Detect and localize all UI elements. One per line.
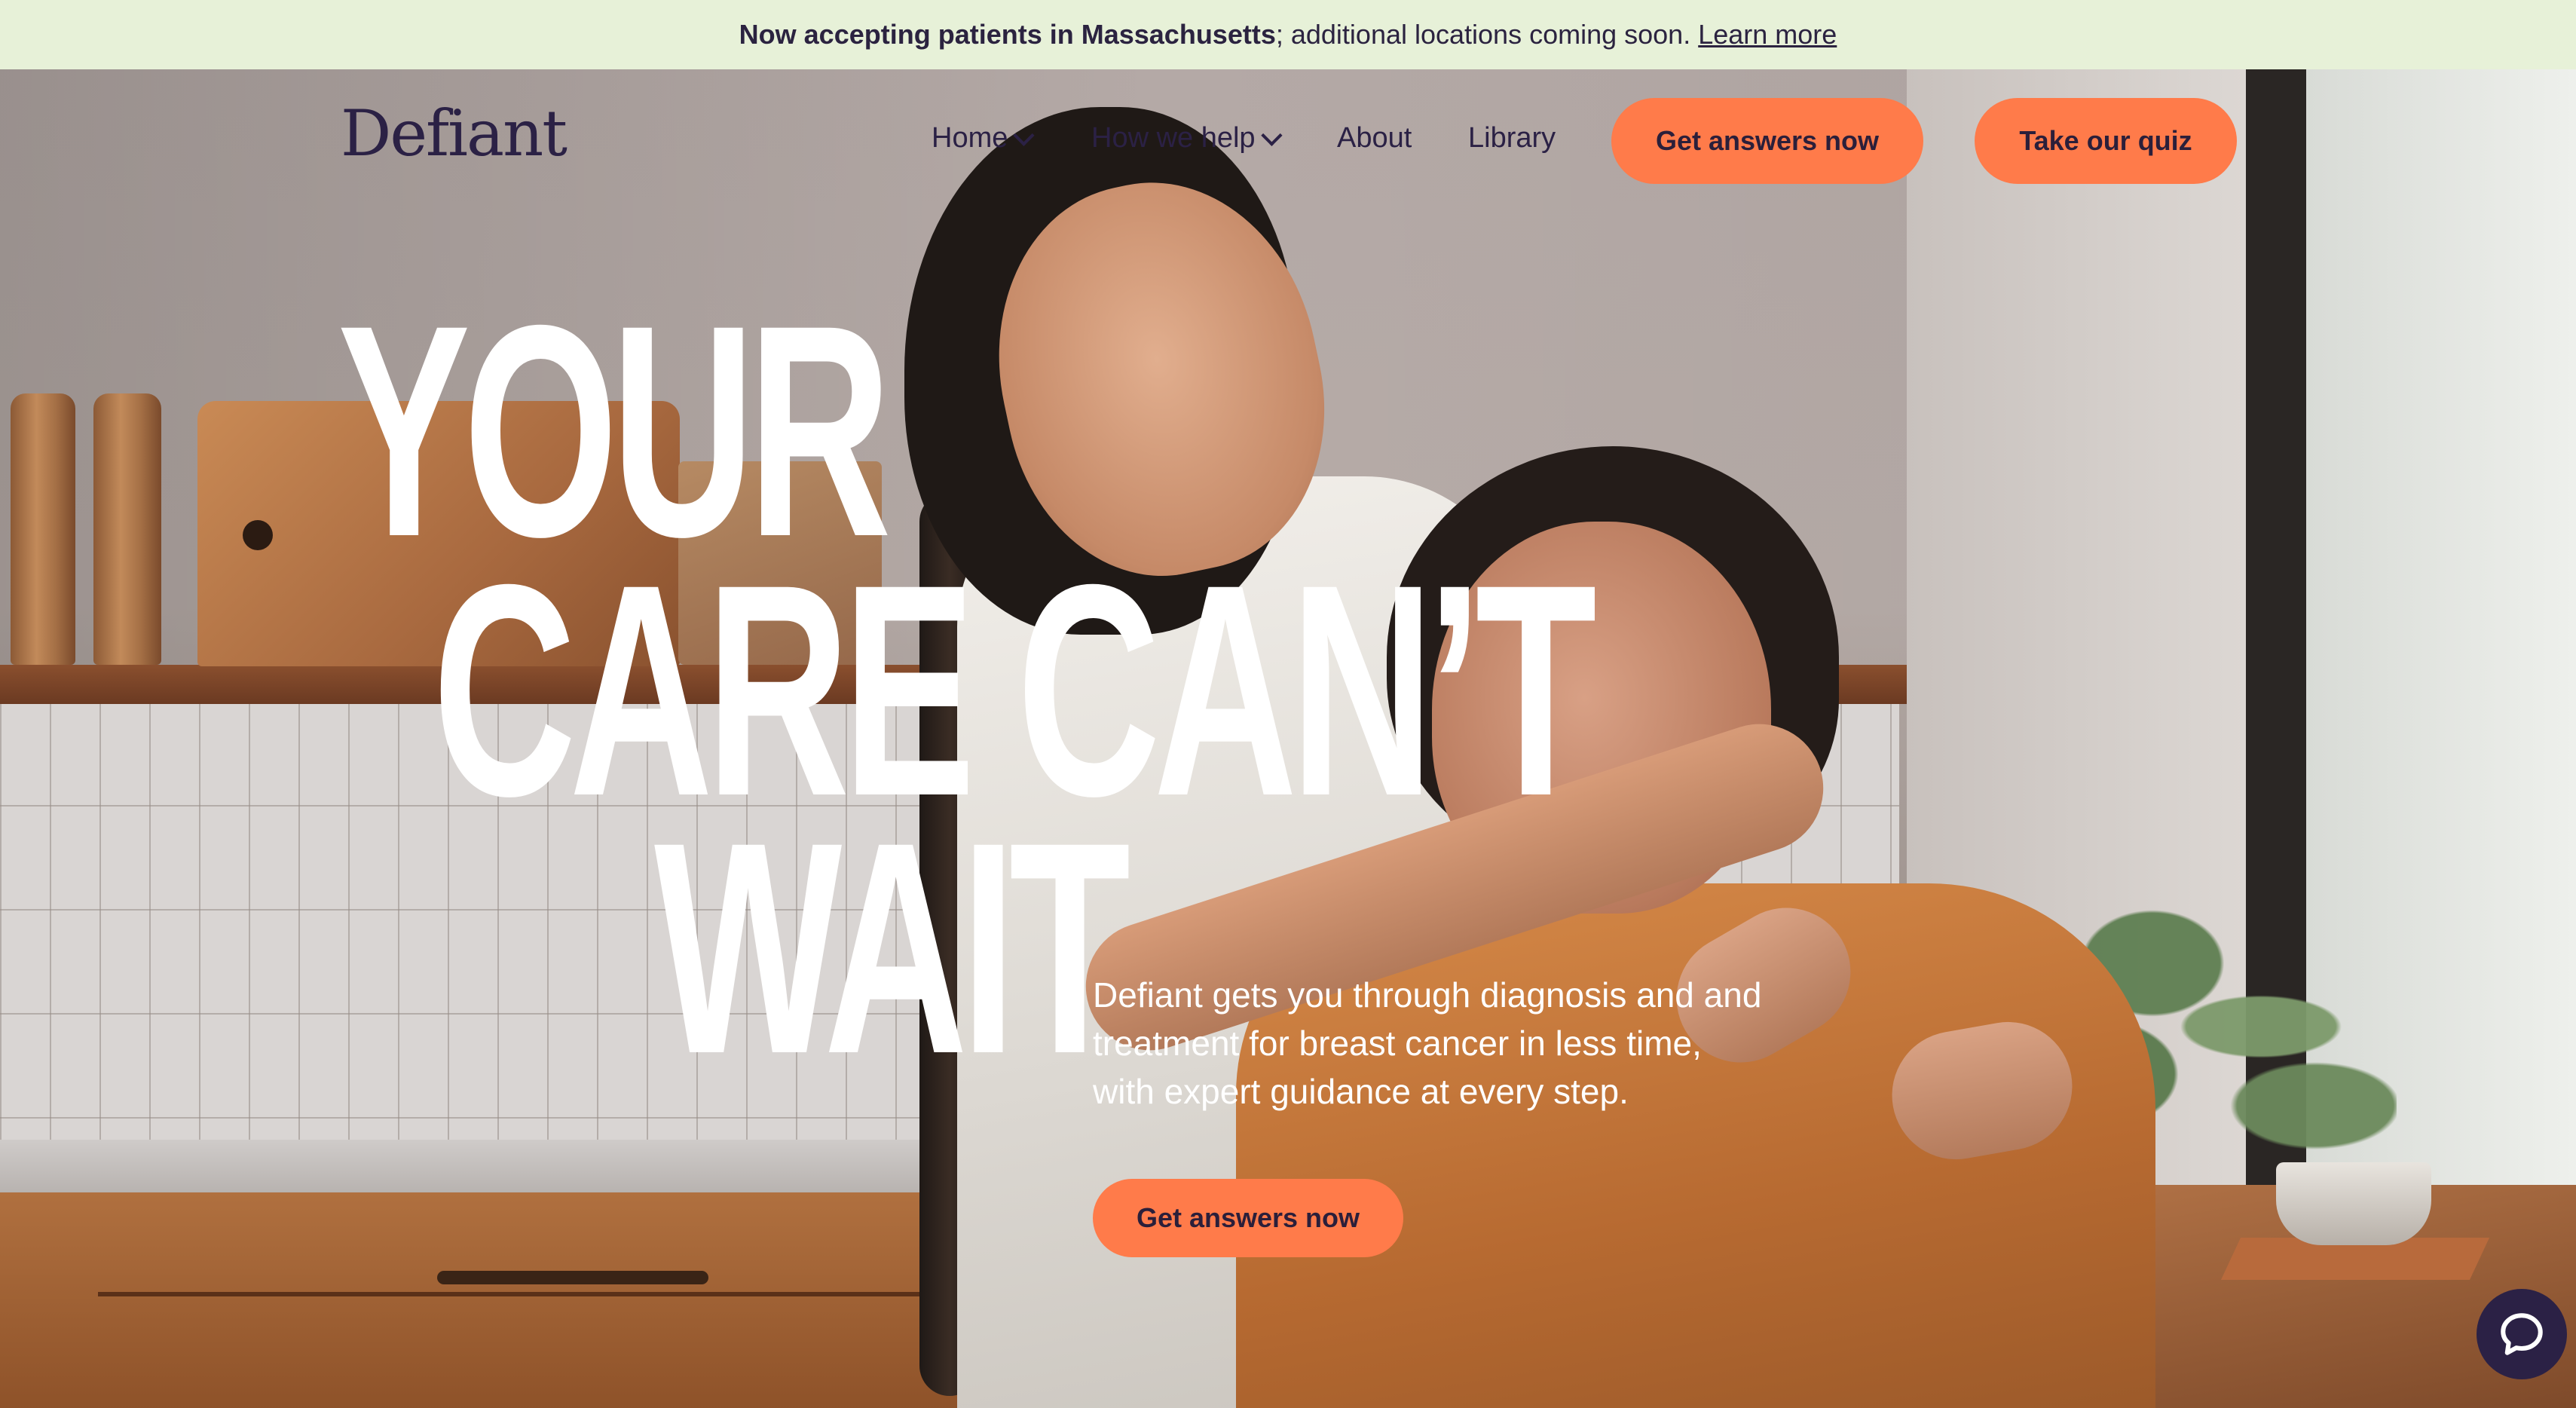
announcement-text: ; additional locations coming soon. (1275, 19, 1691, 50)
chat-widget-button[interactable] (2477, 1289, 2567, 1379)
hero-get-answers-button[interactable]: Get answers now (1093, 1179, 1403, 1257)
hero-subtext: Defiant gets you through diagnosis and a… (1093, 975, 1762, 1111)
chat-bubble-icon (2501, 1313, 2543, 1355)
tea-cup (2276, 1162, 2431, 1245)
chevron-down-icon (1013, 124, 1035, 146)
nav-how-we-help[interactable]: How we help (1091, 122, 1283, 155)
page: Now accepting patients in Massachusetts … (0, 0, 2576, 1408)
main-nav: Defiant Home How we help About Library G… (0, 69, 2576, 210)
nav-about[interactable]: About (1337, 122, 1412, 155)
nav-home[interactable]: Home (932, 122, 1035, 155)
get-answers-now-button[interactable]: Get answers now (1611, 98, 1923, 184)
kitchen-cabinet (0, 1192, 1055, 1408)
pepper-mill (11, 393, 75, 665)
announcement-bar: Now accepting patients in Massachusetts … (0, 0, 2576, 69)
logo[interactable]: Defiant (341, 96, 568, 170)
nav-library[interactable]: Library (1468, 122, 1556, 155)
announcement-bold: Now accepting patients in Massachusetts (739, 19, 1276, 50)
chevron-down-icon (1260, 124, 1283, 146)
headline-line-3: WAIT (654, 779, 1130, 1116)
learn-more-link[interactable]: Learn more (1698, 19, 1837, 51)
take-quiz-button[interactable]: Take our quiz (1975, 98, 2237, 184)
pepper-mill (93, 393, 161, 665)
